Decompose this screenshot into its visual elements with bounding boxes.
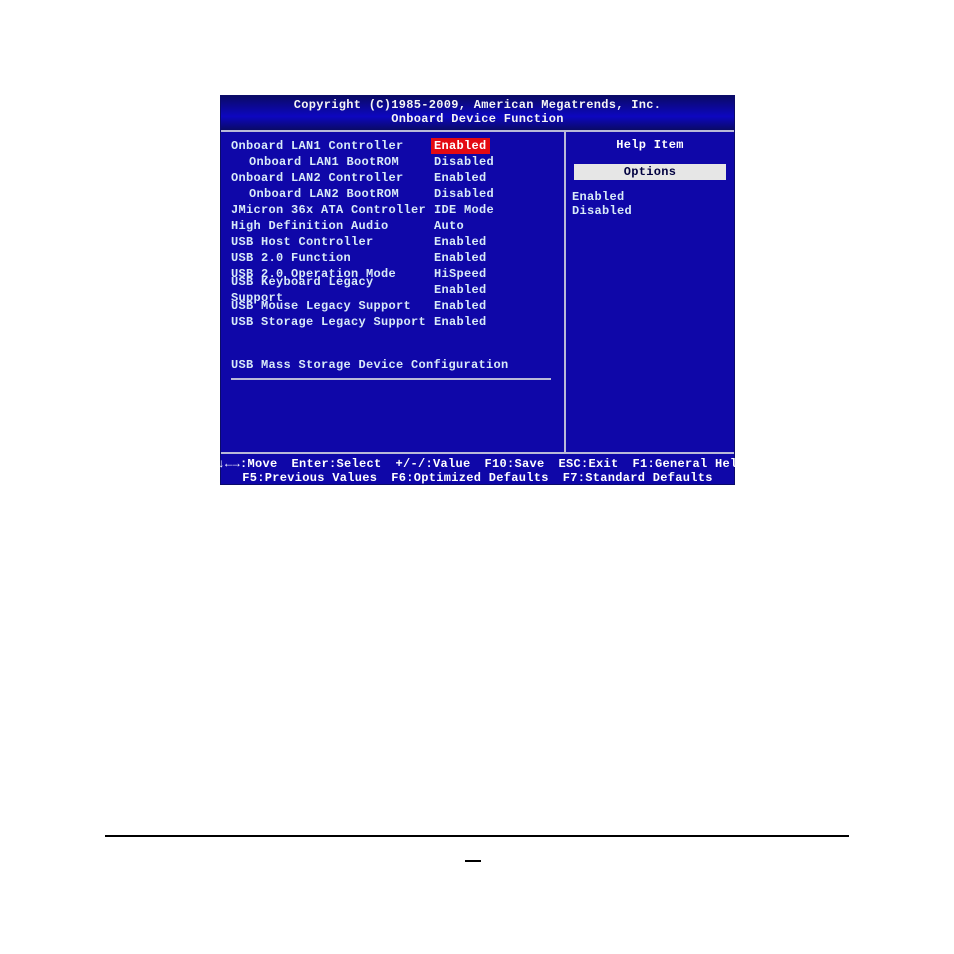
setting-label: Onboard LAN2 Controller xyxy=(231,170,431,186)
page-divider xyxy=(105,835,849,837)
setting-value[interactable]: Enabled xyxy=(431,314,490,330)
setting-row[interactable]: USB 2.0 FunctionEnabled xyxy=(231,250,560,266)
setting-row[interactable]: Onboard LAN1 BootROMDisabled xyxy=(231,154,560,170)
setting-label: Onboard LAN1 Controller xyxy=(231,138,431,154)
setting-value[interactable]: Enabled xyxy=(431,282,490,298)
footer-hint: F5:Previous Values xyxy=(242,471,377,485)
setting-row[interactable]: High Definition AudioAuto xyxy=(231,218,560,234)
setting-label: JMicron 36x ATA Controller xyxy=(231,202,431,218)
options-header: Options xyxy=(574,164,726,180)
usb-mass-storage-submenu[interactable]: USB Mass Storage Device Configuration xyxy=(231,358,551,380)
help-options-list: EnabledDisabled xyxy=(572,190,728,218)
bios-window: Copyright (C)1985-2009, American Megatre… xyxy=(220,95,735,485)
page-number-dash xyxy=(465,860,481,862)
setting-row[interactable]: USB Storage Legacy SupportEnabled xyxy=(231,314,560,330)
setting-label: Onboard LAN1 BootROM xyxy=(249,154,431,170)
setting-row[interactable]: JMicron 36x ATA ControllerIDE Mode xyxy=(231,202,560,218)
setting-value[interactable]: Disabled xyxy=(431,186,497,202)
setting-label: USB Mouse Legacy Support xyxy=(231,298,431,314)
settings-pane: Onboard LAN1 ControllerEnabledOnboard LA… xyxy=(221,132,566,452)
usb-mass-storage-label: USB Mass Storage Device Configuration xyxy=(231,358,509,372)
footer-row-2: F5:Previous Values F6:Optimized Defaults F… xyxy=(221,471,734,485)
copyright-line: Copyright (C)1985-2009, American Megatre… xyxy=(221,98,734,112)
bios-body: Onboard LAN1 ControllerEnabledOnboard LA… xyxy=(221,132,734,452)
setting-row[interactable]: Onboard LAN2 ControllerEnabled xyxy=(231,170,560,186)
setting-label: USB Host Controller xyxy=(231,234,431,250)
setting-label: USB Storage Legacy Support xyxy=(231,314,431,330)
settings-list: Onboard LAN1 ControllerEnabledOnboard LA… xyxy=(231,138,560,330)
setting-label: High Definition Audio xyxy=(231,218,431,234)
footer-hint: F10:Save xyxy=(485,457,545,471)
setting-value[interactable]: Disabled xyxy=(431,154,497,170)
setting-label: USB 2.0 Function xyxy=(231,250,431,266)
setting-label: Onboard LAN2 BootROM xyxy=(249,186,431,202)
bios-header: Copyright (C)1985-2009, American Megatre… xyxy=(221,96,734,132)
setting-value[interactable]: Enabled xyxy=(431,234,490,250)
help-pane: Help Item Options EnabledDisabled xyxy=(566,132,734,452)
setting-row[interactable]: USB Keyboard Legacy SupportEnabled xyxy=(231,282,560,298)
footer-hint: F7:Standard Defaults xyxy=(563,471,713,485)
setting-value[interactable]: Enabled xyxy=(431,138,490,154)
page-title: Onboard Device Function xyxy=(221,112,734,126)
setting-value[interactable]: Enabled xyxy=(431,250,490,266)
footer-hint: F1:General Help xyxy=(633,457,746,471)
footer-hint: ESC:Exit xyxy=(559,457,619,471)
setting-row[interactable]: USB Mouse Legacy SupportEnabled xyxy=(231,298,560,314)
help-option: Disabled xyxy=(572,204,728,218)
footer-hint: Enter:Select xyxy=(291,457,381,471)
setting-value[interactable]: Enabled xyxy=(431,298,490,314)
setting-row[interactable]: Onboard LAN1 ControllerEnabled xyxy=(231,138,560,154)
footer-row-1: ↑↓←→:MoveEnter:Select+/-/:ValueF10:SaveE… xyxy=(221,457,734,471)
setting-value[interactable]: Auto xyxy=(431,218,467,234)
setting-value[interactable]: IDE Mode xyxy=(431,202,497,218)
footer-hint: +/-/:Value xyxy=(395,457,470,471)
setting-row[interactable]: USB Host ControllerEnabled xyxy=(231,234,560,250)
document-page: Copyright (C)1985-2009, American Megatre… xyxy=(0,0,954,954)
help-title: Help Item xyxy=(572,138,728,152)
bios-footer: ↑↓←→:MoveEnter:Select+/-/:ValueF10:SaveE… xyxy=(221,452,734,487)
help-option: Enabled xyxy=(572,190,728,204)
footer-hint: ↑↓←→:Move xyxy=(210,457,278,471)
footer-hint: F6:Optimized Defaults xyxy=(391,471,549,485)
setting-row[interactable]: Onboard LAN2 BootROMDisabled xyxy=(231,186,560,202)
setting-value[interactable]: Enabled xyxy=(431,170,490,186)
setting-value[interactable]: HiSpeed xyxy=(431,266,490,282)
